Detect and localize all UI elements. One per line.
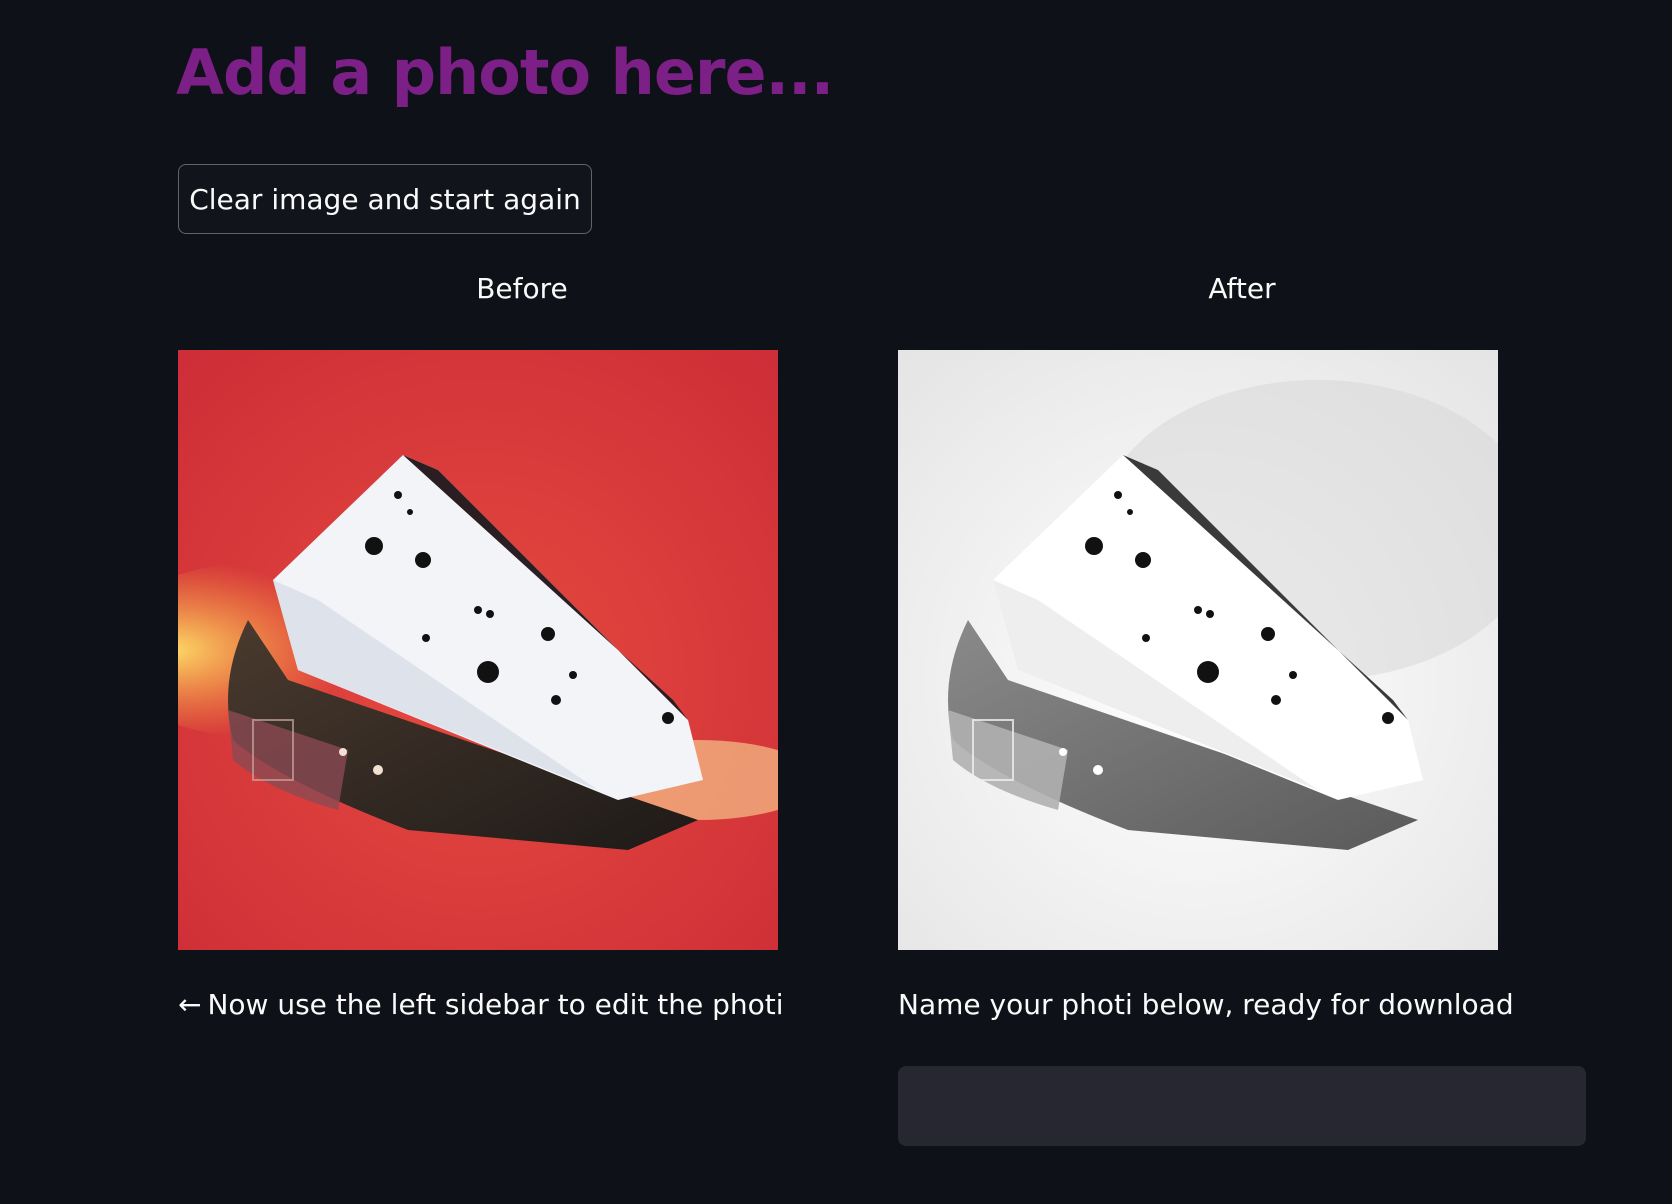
page-title: Add a photo here...	[176, 36, 834, 109]
clear-image-button[interactable]: Clear image and start again	[178, 164, 592, 234]
filename-input[interactable]	[898, 1066, 1586, 1146]
before-label: Before	[476, 272, 568, 305]
sidebar-hint-text: Now use the left sidebar to edit the pho…	[207, 988, 784, 1021]
sidebar-hint-caption: ← Now use the left sidebar to edit the ph…	[178, 988, 784, 1021]
before-image	[178, 350, 778, 950]
after-label: After	[1208, 272, 1276, 305]
left-arrow-icon: ←	[178, 988, 202, 1021]
after-image	[898, 350, 1498, 950]
download-hint-caption: Name your photi below, ready for downloa…	[898, 988, 1514, 1021]
